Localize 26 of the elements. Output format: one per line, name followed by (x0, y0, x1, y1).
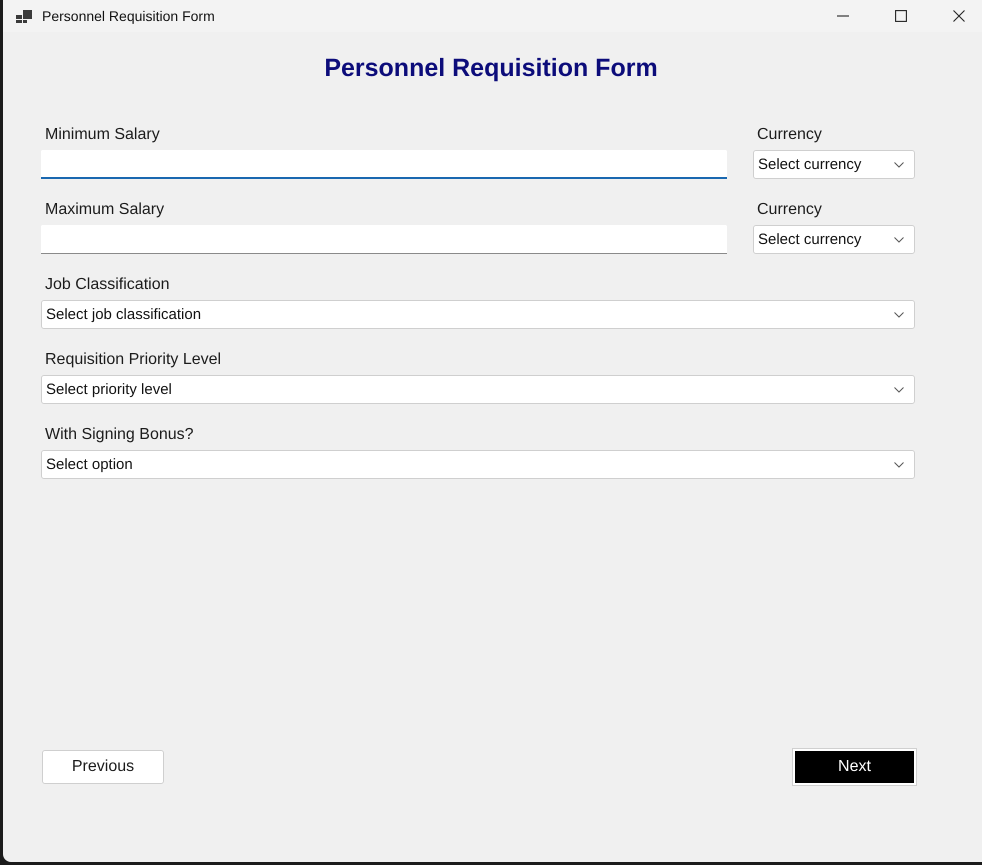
input-field[interactable] (41, 225, 727, 254)
chevron-down-icon (894, 462, 904, 468)
select-dropdown[interactable]: Select option (41, 450, 915, 479)
form-heading: Personnel Requisition Form (323, 53, 659, 83)
currency-dropdown[interactable]: Select currency (753, 150, 915, 179)
field-label: Minimum Salary (44, 125, 160, 145)
field-label: Requisition Priority Level (44, 350, 222, 370)
field-label: Maximum Salary (44, 200, 164, 220)
field-label: With Signing Bonus? (44, 425, 194, 445)
window-title: Personnel Requisition Form (42, 8, 215, 24)
field-label: Job Classification (44, 275, 170, 295)
field-label: Currency (756, 125, 822, 145)
select-dropdown[interactable]: Select priority level (41, 375, 915, 404)
chevron-down-icon (894, 312, 904, 318)
chevron-down-icon (894, 162, 904, 168)
close-icon[interactable] (953, 10, 965, 22)
field-label: Currency (756, 200, 822, 220)
app-icon (16, 10, 32, 22)
maximize-icon[interactable] (895, 10, 907, 22)
select-dropdown[interactable]: Select job classification (41, 300, 915, 329)
previous-button[interactable]: Previous (42, 750, 164, 784)
next-button[interactable]: Next (795, 751, 914, 783)
currency-dropdown[interactable]: Select currency (753, 225, 915, 254)
input-field[interactable] (41, 150, 727, 179)
chevron-down-icon (894, 236, 904, 242)
chevron-down-icon (894, 386, 904, 392)
